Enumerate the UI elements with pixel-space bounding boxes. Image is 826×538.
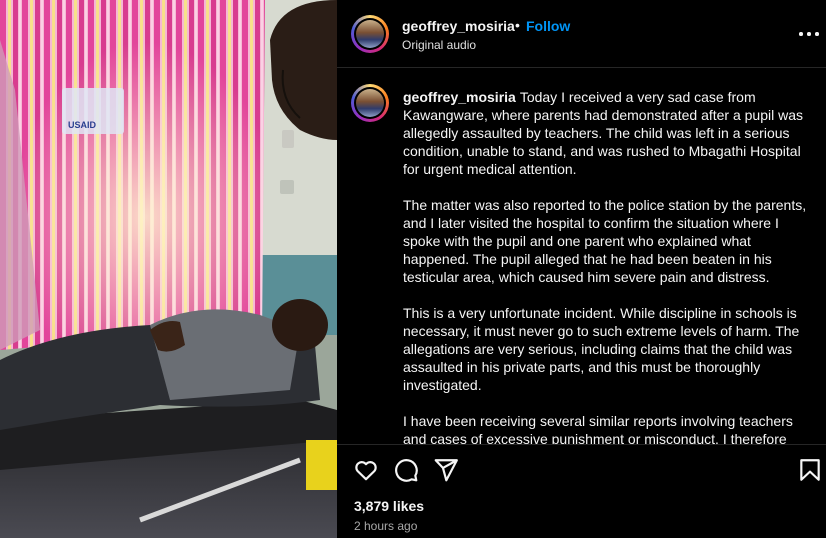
caption-paragraph: This is a very unfortunate incident. Whi… [403, 305, 800, 393]
usaid-logo-text: USAID [68, 120, 97, 130]
separator-dot: • [515, 17, 520, 33]
likes-count[interactable]: 3,879 likes [354, 498, 424, 514]
comment-bubble-icon[interactable] [393, 457, 419, 483]
more-options-icon[interactable] [797, 22, 821, 46]
avatar[interactable] [351, 15, 389, 53]
caption-scroll-area[interactable]: geoffrey_mosiria Today I received a very … [337, 69, 826, 444]
profile-picture [356, 89, 384, 117]
post-timestamp[interactable]: 2 hours ago [354, 519, 417, 533]
post-actions-bar: 3,879 likes 2 hours ago [337, 444, 826, 538]
caption-paragraph: I have been receiving several similar re… [403, 413, 793, 444]
profile-picture [356, 20, 384, 48]
paper-plane-icon[interactable] [433, 457, 459, 483]
post-details-panel: geoffrey_mosiria • Follow Original audio… [337, 0, 826, 538]
follow-button[interactable]: Follow [526, 18, 570, 34]
caption-paragraph: The matter was also reported to the poli… [403, 197, 807, 285]
caption-username[interactable]: geoffrey_mosiria [403, 89, 516, 105]
audio-label[interactable]: Original audio [402, 38, 476, 52]
caption-avatar[interactable] [351, 84, 389, 122]
post-header: geoffrey_mosiria • Follow Original audio [337, 0, 826, 68]
post-author-username[interactable]: geoffrey_mosiria [402, 18, 515, 34]
post-photo[interactable]: USAID [0, 0, 337, 538]
hospital-scene-image: USAID [0, 0, 337, 538]
heart-icon[interactable] [353, 457, 379, 483]
caption-text: geoffrey_mosiria Today I received a very … [403, 88, 813, 444]
bookmark-icon[interactable] [797, 457, 823, 483]
